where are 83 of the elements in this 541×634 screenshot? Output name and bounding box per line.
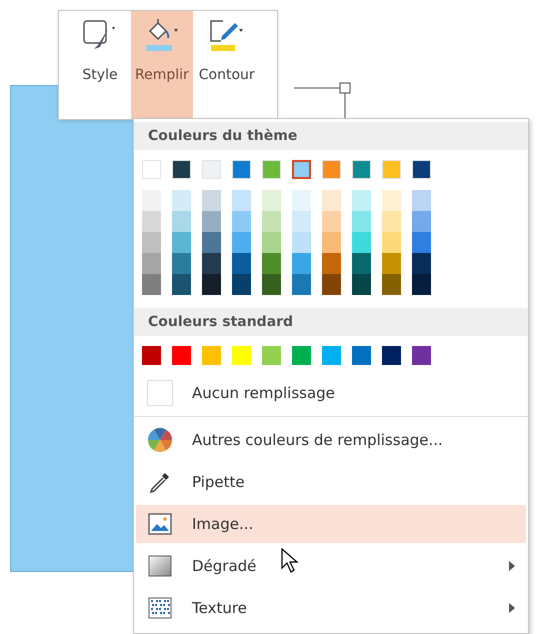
shade-swatch[interactable]	[172, 211, 191, 232]
shade-swatch[interactable]	[202, 274, 221, 295]
menu-item[interactable]: Pipette	[136, 463, 526, 501]
section-header: Couleurs du thème	[134, 122, 528, 150]
menu-item[interactable]: Autres couleurs de remplissage...	[136, 421, 526, 459]
picture-icon	[148, 513, 172, 535]
shade-swatch[interactable]	[172, 253, 191, 274]
empty-swatch-icon	[147, 380, 173, 406]
paint-bucket-icon	[144, 19, 180, 53]
shade-swatch[interactable]	[382, 253, 401, 274]
color-swatch[interactable]	[172, 346, 191, 365]
shade-swatch[interactable]	[382, 232, 401, 253]
menu-item[interactable]: Aucun remplissage	[136, 374, 526, 412]
shade-swatch[interactable]	[292, 232, 311, 253]
color-swatch[interactable]	[322, 346, 341, 365]
shade-swatch[interactable]	[232, 232, 251, 253]
shade-swatch[interactable]	[262, 253, 281, 274]
shade-swatch[interactable]	[292, 274, 311, 295]
shade-swatch[interactable]	[292, 190, 311, 211]
color-swatch[interactable]	[382, 346, 401, 365]
toolbar-button[interactable]: Remplir	[131, 11, 193, 119]
shade-swatch[interactable]	[262, 211, 281, 232]
shade-swatch[interactable]	[292, 253, 311, 274]
shade-swatch[interactable]	[352, 232, 371, 253]
color-swatch[interactable]	[142, 346, 161, 365]
shade-swatch[interactable]	[382, 274, 401, 295]
shade-swatch[interactable]	[322, 190, 341, 211]
toolbar-button[interactable]: Contour	[194, 11, 259, 119]
mouse-pointer-icon	[281, 548, 299, 574]
shade-swatch[interactable]	[262, 232, 281, 253]
shade-swatch[interactable]	[232, 274, 251, 295]
shade-swatch[interactable]	[202, 190, 221, 211]
pencil-outline-icon	[208, 19, 245, 53]
color-swatch[interactable]	[202, 346, 221, 365]
shade-swatch[interactable]	[172, 190, 191, 211]
shade-swatch[interactable]	[142, 274, 161, 295]
shade-swatch[interactable]	[202, 232, 221, 253]
shade-swatch[interactable]	[142, 253, 161, 274]
shade-swatch[interactable]	[322, 232, 341, 253]
shade-swatch[interactable]	[382, 190, 401, 211]
texture-swatch-icon	[148, 597, 172, 619]
submenu-arrow-icon	[508, 603, 516, 613]
color-swatch[interactable]	[292, 160, 311, 179]
shade-swatch[interactable]	[262, 190, 281, 211]
submenu-arrow-icon	[508, 561, 516, 571]
shade-swatch[interactable]	[172, 232, 191, 253]
shade-swatch[interactable]	[352, 211, 371, 232]
shade-swatch[interactable]	[262, 274, 281, 295]
color-swatch[interactable]	[232, 346, 251, 365]
shade-swatch[interactable]	[172, 274, 191, 295]
shade-swatch[interactable]	[202, 253, 221, 274]
color-swatch[interactable]	[352, 346, 371, 365]
shade-swatch[interactable]	[202, 211, 221, 232]
shade-swatch[interactable]	[352, 190, 371, 211]
color-swatch[interactable]	[412, 346, 431, 365]
shade-swatch[interactable]	[412, 253, 431, 274]
shade-swatch[interactable]	[142, 232, 161, 253]
shade-swatch[interactable]	[232, 253, 251, 274]
color-swatch[interactable]	[292, 346, 311, 365]
shade-swatch[interactable]	[232, 190, 251, 211]
shade-swatch[interactable]	[322, 274, 341, 295]
menu-item[interactable]: Image...	[136, 505, 526, 543]
shade-swatch[interactable]	[322, 211, 341, 232]
shade-swatch[interactable]	[412, 232, 431, 253]
shade-swatch[interactable]	[142, 211, 161, 232]
gradient-swatch-icon	[148, 555, 172, 577]
shade-swatch[interactable]	[292, 211, 311, 232]
shade-swatch[interactable]	[352, 253, 371, 274]
shade-swatch[interactable]	[412, 211, 431, 232]
menu-item[interactable]: Texture	[136, 589, 526, 627]
shade-swatch[interactable]	[142, 190, 161, 211]
shade-swatch[interactable]	[322, 253, 341, 274]
color-swatch[interactable]	[262, 346, 281, 365]
shade-swatch[interactable]	[232, 211, 251, 232]
toolbar-button[interactable]: Style	[71, 11, 129, 119]
eyedropper-icon	[148, 470, 172, 494]
section-header: Couleurs standard	[134, 308, 528, 336]
shade-swatch[interactable]	[412, 274, 431, 295]
shade-swatch[interactable]	[412, 190, 431, 211]
shade-swatch[interactable]	[382, 211, 401, 232]
color-wheel-icon	[147, 427, 173, 453]
shade-swatch[interactable]	[352, 274, 371, 295]
menu-item[interactable]: Dégradé	[136, 547, 526, 585]
